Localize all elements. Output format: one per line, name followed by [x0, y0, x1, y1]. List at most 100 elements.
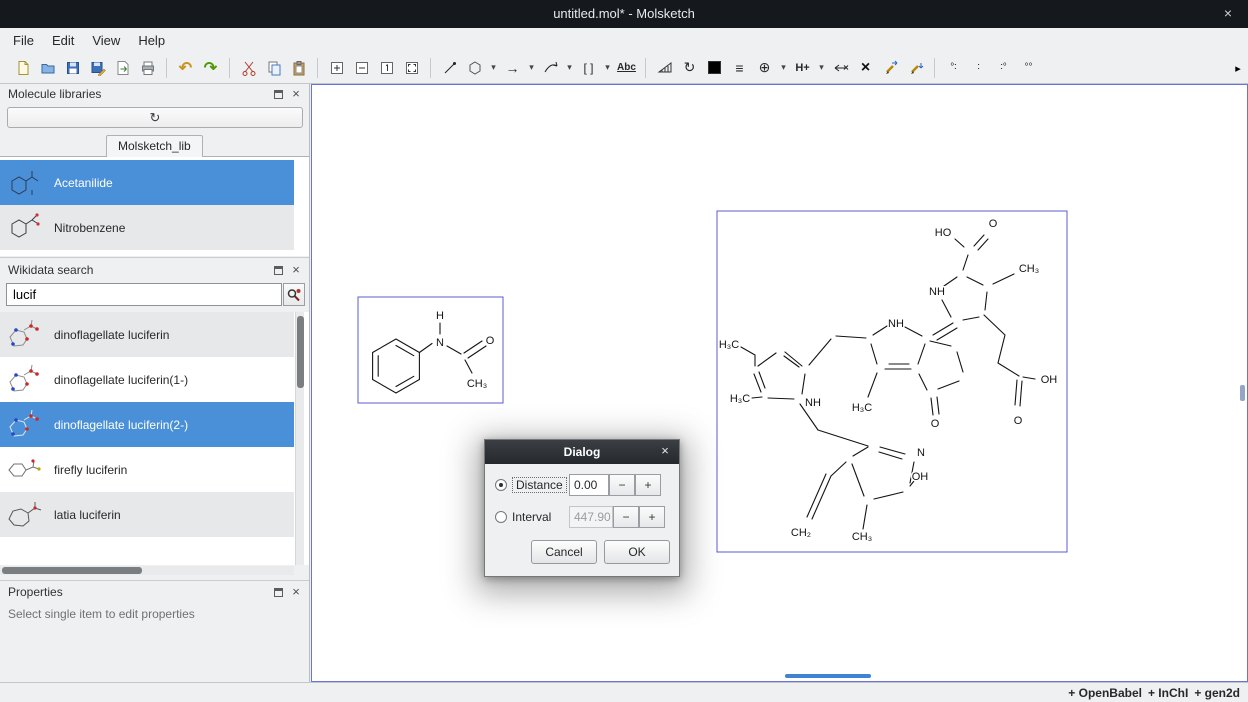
wikidata-item-dinoflagellate-luciferin-1[interactable]: dinoflagellate luciferin(1-) — [0, 357, 294, 402]
mechanism-arrow-button[interactable] — [538, 55, 563, 80]
wikidata-item-firefly-luciferin[interactable]: firefly luciferin — [0, 447, 294, 492]
scrollbar-thumb[interactable] — [2, 567, 142, 574]
line-width-button[interactable]: ≡ — [727, 55, 752, 80]
interval-minus-button[interactable]: − — [613, 506, 639, 528]
menu-edit[interactable]: Edit — [43, 30, 83, 51]
distance-label[interactable]: Distance — [512, 477, 567, 493]
lone-pair-tool-3-button[interactable]: ∶° — [991, 55, 1016, 80]
lone-pair-tool-4-button[interactable]: °° — [1016, 55, 1041, 80]
mechanism-arrow-icon — [543, 60, 559, 75]
library-float-icon[interactable] — [274, 90, 283, 99]
zoom-fit-button[interactable] — [399, 55, 424, 80]
distance-plus-button[interactable]: + — [635, 474, 661, 496]
dialog-titlebar[interactable]: Dialog × — [485, 440, 679, 464]
bracket-tool-caret-button[interactable]: ▾ — [601, 55, 614, 80]
menu-view[interactable]: View — [83, 30, 129, 51]
library-item-acetanilide[interactable]: Acetanilide — [0, 160, 294, 205]
library-close-icon[interactable]: × — [289, 86, 303, 102]
properties-float-icon[interactable] — [274, 588, 283, 597]
wikidata-horizontal-scrollbar[interactable] — [0, 566, 294, 575]
reaction-arrow-caret-button[interactable]: ▾ — [525, 55, 538, 80]
zoom-in-button[interactable] — [324, 55, 349, 80]
molecule-luciferin[interactable]: HO O CH₃ NH H₃C NH H₃C NH H₃C O OH O N O… — [717, 211, 1067, 552]
open-file-button[interactable] — [35, 55, 60, 80]
redo-button[interactable]: ↷ — [198, 55, 223, 80]
canvas-vertical-scrollbar-thumb[interactable] — [1240, 385, 1245, 401]
print-button[interactable] — [135, 55, 160, 80]
hydrogen-tool-button[interactable]: H+ — [790, 55, 815, 80]
interval-radio[interactable] — [495, 511, 507, 523]
tab-molsketch-lib[interactable]: Molsketch_lib — [106, 135, 203, 157]
status-gen2d: + gen2d — [1194, 686, 1240, 700]
distance-minus-button[interactable]: − — [609, 474, 635, 496]
library-item-nitrobenzene[interactable]: Nitrobenzene — [0, 205, 294, 250]
canvas-horizontal-scrollbar-thumb[interactable] — [785, 674, 871, 678]
distance-spinbox[interactable]: 0.00 — [569, 474, 609, 496]
lone-pair-tool-1-button[interactable]: °∶ — [941, 55, 966, 80]
interval-plus-button[interactable]: + — [639, 506, 665, 528]
wikidata-close-icon[interactable]: × — [289, 262, 303, 278]
wikidata-panel-title: Wikidata search — [8, 263, 93, 277]
text-tool-button[interactable]: Abc — [614, 55, 639, 80]
distance-radio[interactable] — [495, 479, 507, 491]
drawing-canvas[interactable]: H N O CH₃ HO O CH₃ NH H₃C NH H₃C NH H₃C … — [311, 84, 1248, 682]
wikidata-vertical-scrollbar[interactable] — [295, 312, 304, 565]
save-as-button[interactable] — [85, 55, 110, 80]
charge-tool-button[interactable]: ⊕ — [752, 55, 777, 80]
menu-file[interactable]: File — [4, 30, 43, 51]
draw-bond-button[interactable] — [437, 55, 462, 80]
wikidata-item-latia-luciferin[interactable]: latia luciferin — [0, 492, 294, 537]
scrollbar-thumb[interactable] — [297, 316, 304, 388]
zoom-original-button[interactable] — [374, 55, 399, 80]
mechanism-arrow-caret-button[interactable]: ▾ — [563, 55, 576, 80]
atom-label: O — [1014, 415, 1023, 427]
wikidata-search-button[interactable] — [283, 283, 305, 306]
export-button[interactable] — [110, 55, 135, 80]
charge-tool-caret-button[interactable]: ▾ — [777, 55, 790, 80]
hash-bond-button[interactable] — [652, 55, 677, 80]
lone-pair-tool-2-button[interactable]: ∶ — [966, 55, 991, 80]
cancel-button[interactable]: Cancel — [531, 540, 597, 564]
color-swatch-button[interactable] — [702, 55, 727, 80]
new-file-button[interactable] — [10, 55, 35, 80]
bracket-tool-button[interactable]: [ ] — [576, 55, 601, 80]
window-close-icon[interactable]: × — [1218, 4, 1238, 24]
ok-button[interactable]: OK — [604, 540, 670, 564]
wikidata-item-dinoflagellate-luciferin-2[interactable]: dinoflagellate luciferin(2-) — [0, 402, 294, 447]
library-item-label: Acetanilide — [54, 176, 113, 190]
wikidata-search-input[interactable] — [6, 283, 282, 306]
atom-label: N — [917, 447, 925, 459]
wikidata-item-dinoflagellate-luciferin[interactable]: dinoflagellate luciferin — [0, 312, 294, 357]
dialog-close-icon[interactable]: × — [657, 443, 673, 460]
delete-tool-button[interactable]: × — [853, 55, 878, 80]
wikidata-search-row — [0, 283, 309, 307]
rotate-button[interactable]: ↻ — [677, 55, 702, 80]
undo-button[interactable]: ↶ — [173, 55, 198, 80]
interval-label[interactable]: Interval — [512, 510, 551, 524]
toolbar-extension-button[interactable]: ▸ — [1231, 58, 1245, 78]
save-button[interactable] — [60, 55, 85, 80]
flip-horizontal-button[interactable] — [878, 55, 903, 80]
save-as-icon — [90, 60, 106, 76]
undo-icon: ↶ — [179, 58, 192, 78]
ring-tool-button[interactable] — [462, 55, 487, 80]
toolbar-separator — [934, 58, 935, 78]
menu-help[interactable]: Help — [129, 30, 174, 51]
remove-hydrogen-button[interactable] — [828, 55, 853, 80]
hydrogen-tool-caret-button[interactable]: ▾ — [815, 55, 828, 80]
properties-close-icon[interactable]: × — [289, 584, 303, 600]
cut-button[interactable] — [236, 55, 261, 80]
toolbar: ↶ ↷ ▾ → ▾ ▾ [ ] ▾ Abc ↻ ≡ ⊕ ▾ H+ ▾ × — [0, 52, 1248, 84]
library-refresh-button[interactable]: ↻ — [7, 107, 303, 128]
ring-tool-caret-button[interactable]: ▾ — [487, 55, 500, 80]
molecule-acetanilide[interactable]: H N O CH₃ — [358, 297, 503, 403]
wikidata-float-icon[interactable] — [274, 266, 283, 275]
molecule-thumbnail-icon — [4, 360, 46, 400]
reaction-arrow-button[interactable]: → — [500, 55, 525, 80]
molecule-thumbnail-icon — [4, 315, 46, 355]
interval-spinbox[interactable]: 447.90 — [569, 506, 613, 528]
copy-button[interactable] — [261, 55, 286, 80]
flip-vertical-button[interactable] — [903, 55, 928, 80]
paste-button[interactable] — [286, 55, 311, 80]
zoom-out-button[interactable] — [349, 55, 374, 80]
